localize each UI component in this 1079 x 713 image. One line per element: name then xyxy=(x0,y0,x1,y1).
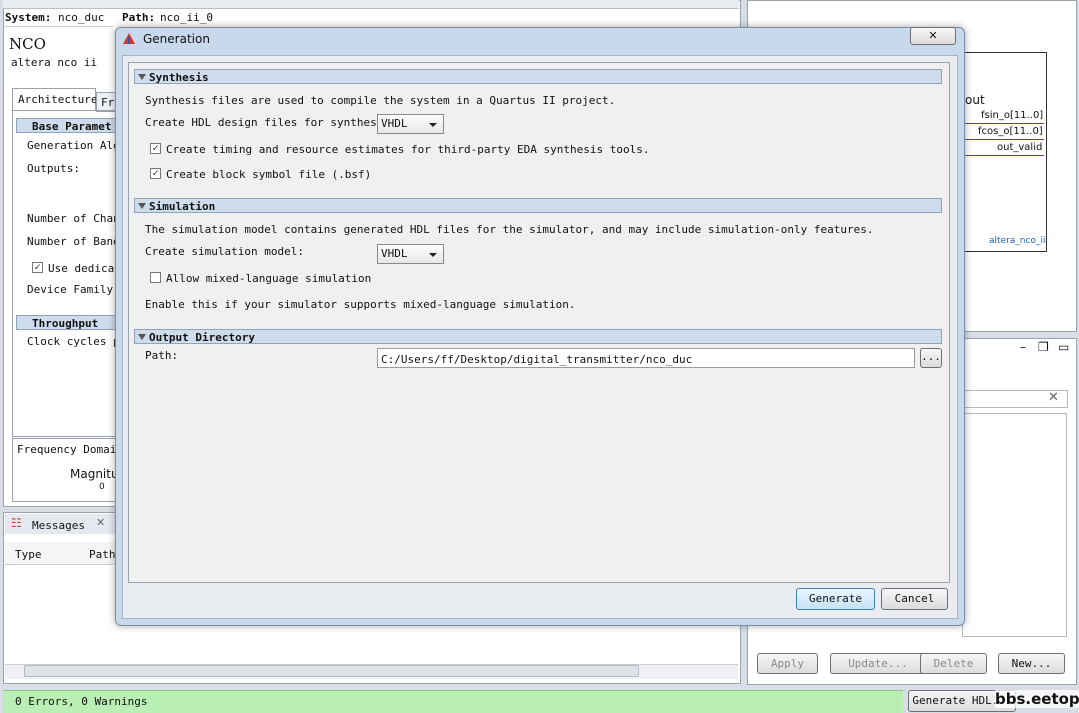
update-button[interactable]: Update... xyxy=(830,653,926,674)
timing-estimates-checkbox[interactable]: ✓ xyxy=(150,143,161,154)
nco-title: NCO xyxy=(9,35,46,53)
hdl-language-value: VHDL xyxy=(381,117,408,130)
sim-model-label: Create simulation model: xyxy=(145,245,304,258)
col-type[interactable]: Type xyxy=(15,548,42,561)
collapse-icon xyxy=(138,74,146,80)
timing-estimates-label: Create timing and resource estimates for… xyxy=(166,143,650,156)
restore-icon[interactable]: ❐ xyxy=(1038,340,1049,354)
dialog-icon xyxy=(123,33,135,45)
hdl-label: Create HDL design files for synthesis: xyxy=(145,116,397,129)
base-params-header[interactable]: Base Paramet xyxy=(16,118,116,133)
messages-close-icon[interactable]: ✕ xyxy=(96,516,105,529)
use-dedicated-checkbox[interactable]: ✓ xyxy=(32,262,43,273)
col-path[interactable]: Path xyxy=(89,548,116,561)
cancel-label: Cancel xyxy=(894,592,935,605)
close-icon: ✕ xyxy=(928,29,938,42)
generate-button[interactable]: Generate xyxy=(796,588,875,610)
tab-frequency-label: Fr xyxy=(101,96,115,109)
divider xyxy=(3,26,113,27)
clock-cycles-label: Clock cycles p xyxy=(27,335,120,348)
mixed-language-label: Allow mixed-language simulation xyxy=(166,272,372,285)
messages-icon: ☷ xyxy=(11,516,22,530)
symbol-name: altera_nco_ii xyxy=(989,236,1046,246)
watermark: bbs.eetop.cn xyxy=(995,690,1079,708)
symbol-port-fcos: fcos_o[11..0] xyxy=(978,126,1043,137)
symbol-port-fsin: fsin_o[11..0] xyxy=(981,110,1044,121)
output-dir-header[interactable]: Output Directory xyxy=(134,329,942,344)
sim-model-value: VHDL xyxy=(381,247,408,260)
port-line-fsin xyxy=(964,123,1044,124)
messages-tab-label: Messages xyxy=(32,519,85,532)
sim-model-select[interactable]: VHDL xyxy=(377,244,444,264)
status-text: 0 Errors, 0 Warnings xyxy=(15,695,148,708)
output-path-field[interactable]: C:/Users/ff/Desktop/digital_transmitter/… xyxy=(377,348,915,368)
hdl-language-select[interactable]: VHDL xyxy=(377,114,444,134)
throughput-header[interactable]: Throughput xyxy=(16,315,116,330)
update-label: Update... xyxy=(848,657,908,670)
symbol-out-label: out xyxy=(965,93,985,107)
nco-subtitle: altera nco ii xyxy=(11,56,98,69)
outputs-label: Outputs: xyxy=(27,162,80,175)
new-button[interactable]: New... xyxy=(998,653,1065,674)
cancel-button[interactable]: Cancel xyxy=(881,588,948,610)
mixed-language-checkbox[interactable] xyxy=(150,272,161,283)
system-label: System: xyxy=(5,11,52,24)
maximize-icon[interactable]: ▭ xyxy=(1058,340,1069,354)
apply-label: Apply xyxy=(770,657,805,670)
tab-architecture[interactable]: Architecture xyxy=(12,88,98,111)
port-line-outvalid xyxy=(964,155,1044,156)
generation-alg-label: Generation Alg xyxy=(27,139,120,152)
simulation-header-label: Simulation xyxy=(149,200,216,213)
throughput-label: Throughput xyxy=(32,317,99,330)
clear-filter-icon[interactable]: ✕ xyxy=(1048,390,1059,405)
system-value: nco_duc xyxy=(58,11,105,24)
synthesis-header-label: Synthesis xyxy=(149,71,209,84)
magnitude-label: Magnitu xyxy=(70,467,119,481)
list-area xyxy=(962,413,1067,637)
dialog-content xyxy=(128,62,950,583)
symbol-port-outvalid: out_valid xyxy=(997,142,1043,153)
apply-button[interactable]: Apply xyxy=(757,653,818,674)
base-params-label: Base Paramet xyxy=(32,120,112,133)
minimize-icon[interactable]: – xyxy=(1020,340,1026,354)
mixed-language-hint: Enable this if your simulator supports m… xyxy=(145,298,576,311)
top-bar xyxy=(3,0,739,9)
dialog-title: Generation xyxy=(143,32,210,46)
delete-button[interactable]: Delete xyxy=(920,653,987,674)
freq-domain-label: Frequency Domain xyxy=(17,443,123,456)
collapse-icon xyxy=(138,334,146,340)
bsf-label: Create block symbol file (.bsf) xyxy=(166,168,372,181)
output-path-value: C:/Users/ff/Desktop/digital_transmitter/… xyxy=(381,353,693,366)
synthesis-desc: Synthesis files are used to compile the … xyxy=(145,94,616,107)
chevron-down-icon xyxy=(429,123,437,127)
browse-button[interactable]: ... xyxy=(920,348,942,368)
scroll-thumb[interactable] xyxy=(24,665,639,677)
dialog-close-button[interactable]: ✕ xyxy=(910,27,956,45)
browse-label: ... xyxy=(921,350,941,363)
use-dedicated-label: Use dedicat xyxy=(48,262,121,275)
path-value: nco_ii_0 xyxy=(160,11,213,24)
num-channels-label: Number of Chan xyxy=(27,212,120,225)
synthesis-header[interactable]: Synthesis xyxy=(134,69,942,84)
simulation-header[interactable]: Simulation xyxy=(134,198,942,213)
tab-architecture-label: Architecture xyxy=(18,93,98,106)
collapse-icon xyxy=(138,203,146,209)
output-dir-header-label: Output Directory xyxy=(149,331,255,344)
output-path-label: Path: xyxy=(145,349,179,362)
delete-label: Delete xyxy=(933,657,974,670)
new-label: New... xyxy=(1011,657,1052,670)
port-line-fcos xyxy=(964,139,1044,140)
bsf-checkbox[interactable]: ✓ xyxy=(150,168,161,179)
generate-label: Generate xyxy=(809,592,862,605)
chevron-down-icon xyxy=(429,253,437,257)
path-label: Path: xyxy=(122,11,156,24)
simulation-desc: The simulation model contains generated … xyxy=(145,223,874,236)
zero-tick: 0 xyxy=(99,482,105,492)
device-family-label: Device Family: xyxy=(27,283,120,296)
num-bands-label: Number of Band xyxy=(27,235,120,248)
